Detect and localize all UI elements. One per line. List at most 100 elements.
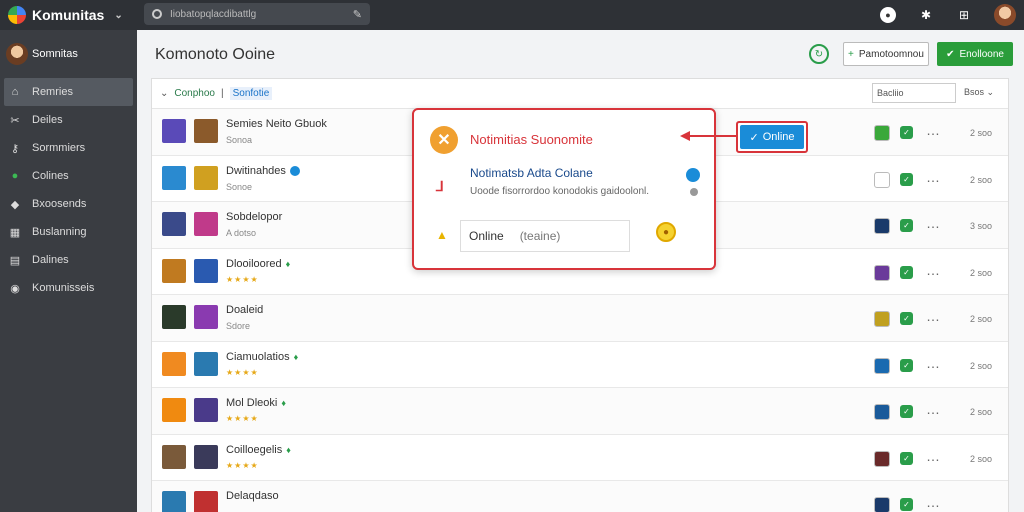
shield-icon[interactable]: ✓ — [900, 498, 913, 511]
search-input[interactable]: Iiobatopqlacdibattlg — [170, 9, 256, 20]
more-options-icon[interactable]: … — [926, 308, 941, 324]
apps-grid-icon[interactable]: ⊞ — [956, 7, 972, 23]
item-timestamp: 2 soo — [970, 128, 993, 138]
item-title-wrap[interactable]: Doaleid — [226, 304, 263, 316]
user-avatar[interactable] — [994, 4, 1016, 26]
item-thumbnail — [194, 258, 218, 283]
sidebar-item-deiles[interactable]: ✂ Deiles — [0, 106, 137, 134]
check-icon: ✓ — [749, 131, 759, 144]
more-options-icon[interactable]: … — [926, 169, 941, 185]
home-icon: ⌂ — [11, 86, 19, 98]
status-field[interactable]: Online (teaine) — [460, 220, 630, 252]
item-title-wrap[interactable]: Dlooiloored ♦ — [226, 258, 290, 270]
item-title: Coilloegelis — [226, 443, 283, 456]
item-action-icon[interactable] — [874, 357, 890, 374]
item-action-icon[interactable] — [874, 497, 890, 512]
sidebar-item-komunisseis[interactable]: ◉ Komunisseis — [0, 274, 137, 302]
notifications-icon[interactable]: ✱ — [918, 7, 934, 23]
item-title-wrap[interactable]: Dwitinahdes — [226, 165, 300, 177]
chevron-down-icon[interactable]: ⌄ — [160, 88, 168, 99]
rating-stars: ★★★★ — [226, 460, 259, 470]
item-thumbnail — [162, 398, 186, 422]
item-action-icon[interactable] — [874, 264, 890, 281]
leaf-icon: ♦ — [285, 258, 291, 269]
sidebar-item-sormmiers[interactable]: ⚷ Sormmiers — [0, 134, 137, 162]
more-options-icon[interactable]: … — [926, 401, 941, 417]
sidebar-item-dalines[interactable]: ▤ Dalines — [0, 246, 137, 274]
shield-icon[interactable]: ✓ — [900, 358, 913, 372]
add-button[interactable]: + Pamotoomnou — [843, 42, 929, 66]
help-icon[interactable]: ● — [880, 7, 896, 23]
sidebar-item-remries[interactable]: ⌂ Remries — [4, 78, 133, 106]
item-action-icon[interactable] — [874, 450, 890, 467]
shield-icon[interactable]: ✓ — [900, 219, 913, 232]
item-thumbnail — [194, 398, 218, 422]
sidebar-item-label: Remries — [32, 86, 73, 98]
more-options-icon[interactable]: … — [926, 494, 941, 510]
item-thumbnail — [162, 212, 186, 236]
filter-search-input[interactable]: Bacliio — [872, 83, 956, 103]
rating-stars: ★★★★ — [226, 367, 259, 377]
item-action-icon[interactable] — [874, 404, 890, 420]
shield-icon[interactable]: ✓ — [900, 312, 913, 325]
more-options-icon[interactable]: … — [926, 262, 941, 278]
search-icon — [152, 9, 162, 19]
microphone-icon[interactable]: ✎ — [353, 8, 362, 21]
item-action-icon[interactable] — [874, 311, 890, 327]
rating-stars: ★★★★ — [226, 414, 259, 423]
check-icon: ✔ — [946, 48, 955, 60]
popup-subtitle[interactable]: Notimatsb Adta Colane — [470, 166, 593, 180]
item-title-wrap[interactable]: Mol Dleoki ♦ — [226, 397, 286, 409]
item-action-icon[interactable] — [874, 171, 890, 188]
status-field-placeholder: (teaine) — [519, 229, 561, 243]
avatar — [6, 43, 28, 65]
filter-chip[interactable]: Sonfotie — [229, 87, 273, 100]
item-timestamp: 2 soo — [970, 174, 993, 185]
search-bar[interactable]: Iiobatopqlacdibattlg ✎ — [144, 3, 370, 25]
sidebar-item-buslanning[interactable]: ▦ Buslanning — [0, 218, 137, 246]
more-options-icon[interactable]: … — [926, 448, 941, 464]
item-title-wrap[interactable]: Sobdelopor — [226, 211, 282, 223]
coin-icon[interactable]: ● — [656, 222, 676, 242]
more-options-icon[interactable]: … — [926, 122, 941, 138]
shield-icon[interactable]: ✓ — [900, 405, 913, 418]
item-title-wrap[interactable]: Ciamuolatios ♦ — [226, 351, 298, 363]
app-brand[interactable]: Komunitas ⌄ — [8, 6, 123, 24]
sort-dropdown[interactable]: Bsos ⌄ — [964, 87, 994, 98]
item-thumbnail — [162, 305, 186, 329]
online-status-badge[interactable]: ✓ Online — [736, 121, 808, 153]
calendar-icon: ▤ — [9, 254, 21, 267]
sidebar-item-bxoosends[interactable]: ◆ Bxoosends — [0, 190, 137, 218]
close-icon[interactable]: ✕ — [430, 126, 458, 154]
list-item[interactable]: Ciamuolatios ♦ ★★★★ ✓ … 2 soo — [152, 342, 1008, 388]
list-item[interactable]: Doaleid Sdore ✓ … 2 soo — [152, 295, 1008, 342]
more-options-icon[interactable]: … — [926, 215, 941, 231]
item-thumbnail — [162, 351, 186, 376]
item-title: Sobdelopor — [226, 211, 283, 223]
list-item[interactable]: Mol Dleoki ♦ ★★★★ ✓ … 2 soo — [152, 388, 1008, 435]
popup-title: Notimitias Suonomite — [470, 132, 593, 147]
app-title: Komunitas — [32, 7, 105, 23]
sort-label: Bsos — [964, 87, 985, 97]
settings-icon[interactable] — [686, 168, 700, 182]
refresh-icon[interactable]: ↻ — [809, 44, 829, 64]
list-item[interactable]: Delaqdaso ✓ … — [152, 481, 1008, 512]
list-item[interactable]: Coilloegelis ♦ ★★★★ ✓ … 2 soo — [152, 435, 1008, 481]
shield-icon[interactable]: ✓ — [900, 172, 913, 186]
item-title-wrap[interactable]: Delaqdaso — [226, 490, 279, 502]
primary-button[interactable]: ✔ Enolloone — [937, 42, 1013, 66]
item-timestamp: 2 soo — [970, 453, 993, 464]
more-options-icon[interactable]: … — [926, 355, 941, 371]
shield-icon[interactable]: ✓ — [900, 265, 913, 279]
shield-icon[interactable]: ✓ — [900, 451, 913, 465]
item-action-icon[interactable] — [874, 125, 890, 141]
item-action-icon[interactable] — [874, 218, 890, 234]
chevron-down-icon[interactable]: ⌄ — [114, 10, 122, 21]
item-title-wrap[interactable]: Coilloegelis ♦ — [226, 444, 291, 456]
filter-label[interactable]: Conphoo — [174, 88, 215, 99]
item-title-wrap[interactable]: Semies Neito Gbuok — [226, 118, 327, 130]
sidebar-item-colines[interactable]: ● Colines — [0, 162, 137, 190]
shield-icon[interactable]: ✓ — [900, 126, 913, 139]
sidebar-item-label: Sormmiers — [32, 142, 86, 154]
sidebar-user[interactable]: Somnitas — [0, 30, 137, 78]
